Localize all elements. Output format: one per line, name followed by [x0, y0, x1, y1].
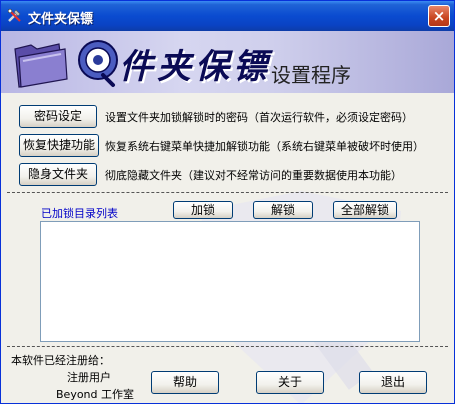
window-title: 文件夹保镖 [28, 12, 94, 27]
main-window: 文件夹保镖 × 件夹保镖 设置程序 密码设定 设置文件夹加锁解锁时的密码（首次运… [0, 0, 455, 404]
close-button[interactable]: × [428, 5, 450, 27]
registered-user-name: 注册用户 [67, 371, 111, 384]
hide-folder-button[interactable]: 隐身文件夹 [19, 163, 97, 186]
banner-subtitle: 设置程序 [271, 63, 351, 87]
separator-bottom [7, 346, 448, 347]
title-bar[interactable]: 文件夹保镖 × [1, 1, 454, 31]
restore-shortcut-description: 恢复系统右键菜单快捷加解锁功能（系统右键菜单被破坏时使用） [105, 140, 424, 153]
exit-button[interactable]: 退出 [359, 371, 427, 394]
hide-folder-description: 彻底隐藏文件夹（建议对不经常访问的重要数据使用本功能） [105, 169, 402, 182]
password-setup-button[interactable]: 密码设定 [19, 105, 97, 128]
password-setup-description: 设置文件夹加锁解锁时的密码（首次运行软件，必须设定密码） [105, 111, 413, 124]
locked-directory-list[interactable] [40, 221, 420, 342]
unlock-button[interactable]: 解锁 [253, 201, 313, 219]
locked-list-label: 已加锁目录列表 [41, 207, 118, 220]
about-button[interactable]: 关于 [256, 371, 324, 394]
banner: 件夹保镖 设置程序 [1, 31, 454, 93]
separator-top [7, 192, 448, 193]
folder-icon [14, 43, 68, 88]
banner-title: 件夹保镖 [119, 47, 271, 87]
help-button[interactable]: 帮助 [151, 371, 219, 394]
restore-shortcut-button[interactable]: 恢复快捷功能 [19, 134, 99, 157]
lock-button[interactable]: 加锁 [173, 201, 233, 219]
studio-name: Beyond 工作室 [56, 388, 135, 401]
lock-logo-icon [78, 40, 118, 87]
unlock-all-button[interactable]: 全部解锁 [333, 201, 397, 219]
tools-icon [7, 8, 21, 22]
registered-to-label: 本软件已经注册给： [11, 354, 110, 367]
